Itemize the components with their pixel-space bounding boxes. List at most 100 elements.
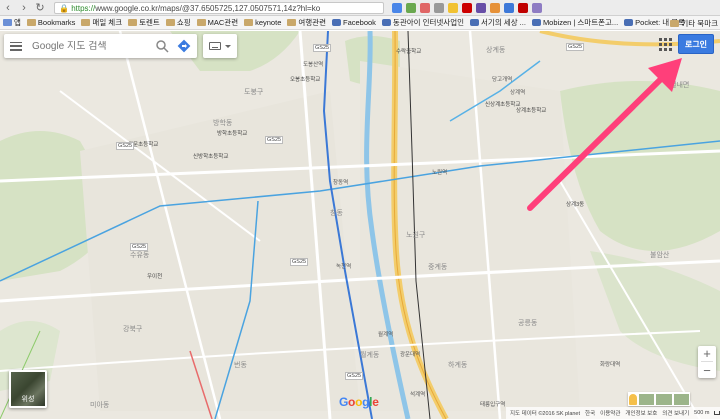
station-label[interactable]: 화랑대역 xyxy=(600,360,620,368)
search-box[interactable] xyxy=(4,34,197,58)
bookmark-label: 앱 xyxy=(14,18,21,27)
bookmark-item[interactable]: 토렌트 xyxy=(128,17,160,28)
station-label[interactable]: 당고개역 xyxy=(492,75,512,83)
poi-label[interactable]: GS25 xyxy=(116,142,135,150)
district-label[interactable]: 방학동 xyxy=(213,118,232,128)
place-label[interactable]: 우이천 xyxy=(147,272,162,280)
ext-5-icon[interactable] xyxy=(448,3,458,13)
station-label[interactable]: 도봉산역 xyxy=(303,60,323,68)
zoom-in-button[interactable]: + xyxy=(703,346,711,361)
bookmark-item[interactable]: 매일 체크 xyxy=(81,17,122,28)
login-button[interactable]: 로그인 xyxy=(678,34,714,54)
link-icon xyxy=(331,19,341,26)
station-label[interactable]: 광운대역 xyxy=(400,350,420,358)
back-icon[interactable]: ‹ xyxy=(0,0,16,16)
feedback-link[interactable]: 의견 보내기 xyxy=(662,409,689,417)
address-bar[interactable]: 🔒 https:// www.google.co.kr/maps/@37.650… xyxy=(54,2,384,14)
poi-label[interactable]: GS25 xyxy=(290,258,309,266)
imagery-thumb-3[interactable] xyxy=(673,393,689,405)
apps-grid-icon[interactable] xyxy=(658,37,672,51)
place-label[interactable]: 상계초등학교 xyxy=(516,106,546,114)
district-label[interactable]: 번동 xyxy=(234,360,247,370)
district-label[interactable]: 공릉동 xyxy=(518,318,537,328)
bookmark-item[interactable]: Bookmarks xyxy=(26,18,75,27)
forward-icon[interactable]: › xyxy=(16,0,32,16)
bookmark-label: 쇼핑 xyxy=(176,18,191,27)
station-label[interactable]: 월계역 xyxy=(378,330,393,338)
bookmark-item[interactable]: 앱 xyxy=(3,17,21,28)
district-label[interactable]: 미아동 xyxy=(90,400,109,410)
district-label[interactable]: 상계동 xyxy=(486,45,505,55)
ext-8-icon[interactable] xyxy=(490,3,500,13)
ext-10-icon[interactable] xyxy=(518,3,528,13)
place-label[interactable]: 상계3동 xyxy=(566,200,584,208)
poi-label[interactable]: GS25 xyxy=(265,136,284,144)
ext-9-icon[interactable] xyxy=(504,3,514,13)
ext-2-icon[interactable] xyxy=(406,3,416,13)
privacy-link[interactable]: 개인정보 보호 xyxy=(625,409,657,417)
attribution-data: 지도 데이터 ©2016 SK planet xyxy=(510,411,581,417)
district-label[interactable]: 별내면 xyxy=(670,80,689,90)
bookmark-item[interactable]: Mobizen | 스마트폰고... xyxy=(531,17,618,28)
search-icon[interactable] xyxy=(155,39,169,53)
poi-label[interactable]: GS25 xyxy=(345,372,364,380)
station-label[interactable]: 석계역 xyxy=(410,390,425,398)
imagery-thumb-2[interactable] xyxy=(656,393,672,405)
imagery-thumb-1[interactable] xyxy=(639,393,655,405)
bookmark-label: 토렌트 xyxy=(139,18,160,27)
zoom-control: + − xyxy=(698,346,716,378)
bookmark-item[interactable]: 여행관련 xyxy=(287,17,326,28)
ext-1-icon[interactable] xyxy=(392,3,402,13)
station-label[interactable]: 창동역 xyxy=(333,178,348,186)
district-label[interactable]: 창동 xyxy=(330,208,343,218)
ext-6-icon[interactable] xyxy=(462,3,472,13)
other-bookmarks[interactable]: 기타 북마크 xyxy=(670,18,718,29)
folder-icon xyxy=(165,19,175,26)
bookmark-item[interactable]: Facebook xyxy=(331,18,376,27)
satellite-toggle[interactable]: 위성 xyxy=(9,370,47,408)
place-label[interactable]: 신상계초등학교 xyxy=(485,100,520,108)
bookmark-item[interactable]: 서기의 세상 ... xyxy=(470,17,526,28)
station-label[interactable]: 상계역 xyxy=(510,88,525,96)
search-input[interactable] xyxy=(32,40,152,52)
place-label[interactable]: 방학초등학교 xyxy=(217,129,247,137)
map-attribution: 지도 데이터 ©2016 SK planet 한국 이용약관 개인정보 보호 의… xyxy=(506,407,720,419)
poi-label[interactable]: GS25 xyxy=(313,44,332,52)
district-label[interactable]: 수유동 xyxy=(130,250,149,260)
place-label[interactable]: 수락중학교 xyxy=(396,47,421,55)
bookmark-item[interactable]: 쇼핑 xyxy=(165,17,191,28)
ext-3-icon[interactable] xyxy=(420,3,430,13)
station-label[interactable]: 태릉입구역 xyxy=(480,400,505,408)
imagery-strip[interactable] xyxy=(628,392,690,406)
input-tools-button[interactable] xyxy=(203,34,237,58)
district-label[interactable]: 노원구 xyxy=(406,230,425,240)
district-label[interactable]: 하계동 xyxy=(448,360,467,370)
place-label[interactable]: 오봉초등학교 xyxy=(290,75,320,83)
district-label[interactable]: 불암산 xyxy=(650,250,669,260)
district-label[interactable]: 도봉구 xyxy=(244,87,263,97)
place-label[interactable]: 신방학초등학교 xyxy=(193,152,228,160)
zoom-out-button[interactable]: − xyxy=(703,363,711,378)
poi-label[interactable]: GS25 xyxy=(566,43,585,51)
bookmark-item[interactable]: MAC관련 xyxy=(196,17,238,28)
bookmark-item[interactable]: 동관아이 인터넷사업인 xyxy=(381,17,464,28)
url-scheme: https:// xyxy=(71,3,96,13)
district-label[interactable]: 월계동 xyxy=(360,350,379,360)
poi-label[interactable]: GS25 xyxy=(130,243,149,251)
map-canvas[interactable]: 도봉산역도봉구 오봉초등학교 수락중학교 상계동당고개역상계역상계초등학교 신상계초등학… xyxy=(0,31,720,419)
ext-4-icon[interactable] xyxy=(434,3,444,13)
reload-icon[interactable]: ↻ xyxy=(32,0,48,16)
directions-icon[interactable] xyxy=(177,39,191,53)
district-label[interactable]: 중계동 xyxy=(428,262,447,272)
district-label[interactable]: 강북구 xyxy=(123,324,142,334)
station-label[interactable]: 녹천역 xyxy=(336,262,351,270)
station-label[interactable]: 노원역 xyxy=(432,168,447,176)
folder-icon xyxy=(128,19,138,26)
menu-icon[interactable] xyxy=(10,41,22,51)
pegman-icon[interactable] xyxy=(629,393,637,405)
bookmark-item[interactable]: keynote xyxy=(244,18,281,27)
ext-7-icon[interactable] xyxy=(476,3,486,13)
ext-11-icon[interactable] xyxy=(532,3,542,13)
attribution-country[interactable]: 한국 xyxy=(585,409,595,417)
terms-link[interactable]: 이용약관 xyxy=(600,409,620,417)
